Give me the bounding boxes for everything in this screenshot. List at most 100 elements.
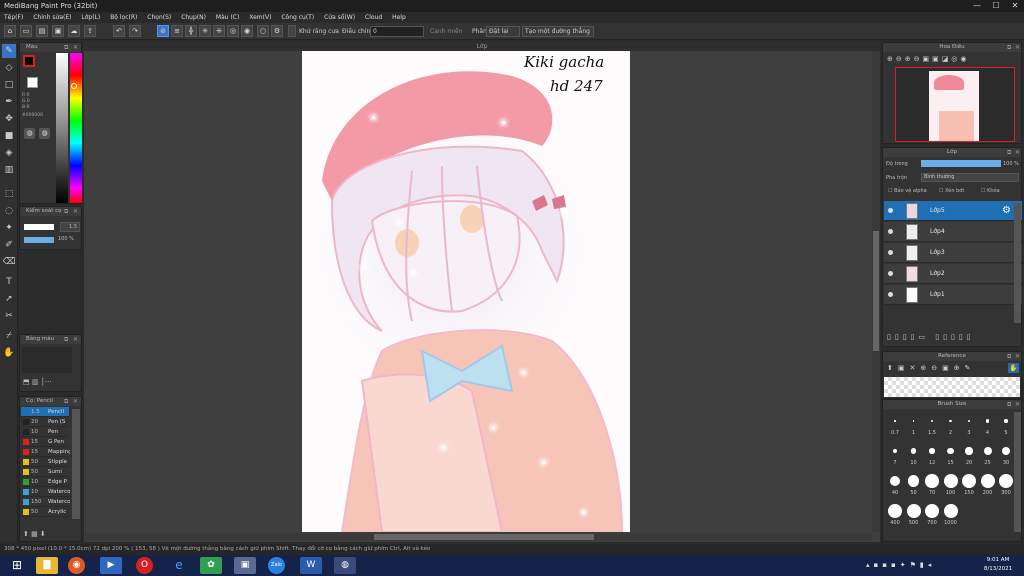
export-icon[interactable]: ⇪: [84, 25, 96, 37]
navigator-zoom-icons[interactable]: ⊕⊖⊕⊖▣▣◪◎◉: [887, 55, 970, 63]
select-eraser-tool-icon[interactable]: ⌫: [2, 255, 16, 269]
canvas-vscroll[interactable]: [872, 51, 880, 532]
secondary-color-swatch[interactable]: [27, 77, 38, 88]
brush-size-option[interactable]: 400: [885, 504, 905, 526]
gear-icon[interactable]: ⚙: [1002, 205, 1011, 216]
close-icon[interactable]: ✕: [1015, 43, 1020, 52]
popout-icon[interactable]: ⧉: [1007, 148, 1011, 157]
brush-size-option[interactable]: 7: [885, 444, 905, 466]
layer-row-5[interactable]: Lớp5 ⚙: [884, 201, 1022, 221]
brush-size-option[interactable]: 1: [904, 414, 924, 436]
shape-tool-icon[interactable]: □: [2, 78, 16, 92]
menu-edit[interactable]: Chỉnh sửa(E): [29, 12, 75, 23]
menu-filter[interactable]: Bộ lọc(R): [106, 12, 141, 23]
eye-icon[interactable]: [888, 292, 893, 297]
brush-size-option[interactable]: 100: [941, 474, 961, 496]
layer-row-2[interactable]: Lớp2: [884, 264, 1022, 284]
cloud-save-icon[interactable]: ☁: [68, 25, 80, 37]
layer-row-4[interactable]: Lớp4: [884, 222, 1022, 242]
menu-select[interactable]: Chọn(S): [143, 12, 175, 23]
popout-icon[interactable]: ⧉: [1007, 400, 1011, 409]
brush-size-option[interactable]: 300: [996, 474, 1016, 496]
undo-icon[interactable]: ↶: [113, 25, 125, 37]
network-icon[interactable]: ▣: [234, 557, 256, 574]
new-file-icon[interactable]: ▭: [20, 25, 32, 37]
straight-line-button[interactable]: Tạo một đường thẳng: [522, 26, 594, 37]
color-set-icon[interactable]: ◍: [39, 128, 50, 139]
brightness-bar[interactable]: [56, 53, 68, 203]
brush-list-item[interactable]: 1.5 Pencil: [21, 407, 69, 417]
brush-size-option[interactable]: 0.7: [885, 414, 905, 436]
brush-size-option[interactable]: 40: [885, 474, 905, 496]
popout-icon[interactable]: ⧉: [64, 43, 68, 52]
brush-size-option[interactable]: 200: [978, 474, 998, 496]
move-tool-icon[interactable]: ✥: [2, 112, 16, 126]
gradient-tool-icon[interactable]: ▥: [2, 163, 16, 177]
fill-rect-tool-icon[interactable]: ■: [2, 129, 16, 143]
menu-view[interactable]: Xem(V): [245, 12, 275, 23]
brush-list-item[interactable]: 50 Sumi: [21, 467, 69, 477]
layer-opacity-slider[interactable]: [921, 160, 1001, 167]
firefox-icon[interactable]: ◉: [68, 557, 85, 574]
medibang-icon[interactable]: ◍: [334, 557, 356, 574]
brush-list-item[interactable]: 10 Pen: [21, 427, 69, 437]
save-icon[interactable]: ▣: [52, 25, 64, 37]
antialias-checkbox[interactable]: [288, 25, 296, 37]
snap-off-icon[interactable]: ⊘: [157, 25, 169, 37]
brush-size-option[interactable]: 4: [978, 414, 998, 436]
word-icon[interactable]: W: [300, 557, 322, 574]
popout-icon[interactable]: ⧉: [1007, 43, 1011, 52]
brush-add-icon[interactable]: ⬆ ▦ ⬇: [23, 530, 46, 538]
brush-size-value[interactable]: 1.5: [60, 222, 80, 232]
brush-size-option[interactable]: 10: [904, 444, 924, 466]
close-icon[interactable]: ✕: [1015, 148, 1020, 157]
brush-size-option[interactable]: 12: [922, 444, 942, 466]
brush-list-scrollbar[interactable]: [72, 409, 80, 519]
menu-help[interactable]: Help: [388, 12, 410, 23]
text-tool-icon[interactable]: T: [2, 275, 16, 289]
menu-snap[interactable]: Chụp(N): [177, 12, 210, 23]
brush-size-option[interactable]: 700: [922, 504, 942, 526]
popout-icon[interactable]: ⧉: [64, 207, 68, 216]
reset-button[interactable]: Đặt lại: [486, 26, 520, 37]
windows-start-icon[interactable]: ⊞: [6, 557, 28, 574]
close-icon[interactable]: ✕: [73, 397, 78, 406]
divide-tool-icon[interactable]: ✂: [2, 309, 16, 323]
eraser-tool-icon[interactable]: ◇: [2, 61, 16, 75]
redo-icon[interactable]: ↷: [129, 25, 141, 37]
brush-list-item[interactable]: 10 Edge P: [21, 477, 69, 487]
clock-time[interactable]: 9:01 AM: [976, 557, 1020, 563]
menu-window[interactable]: Cửa sổ(W): [320, 12, 359, 23]
minimize-button[interactable]: —: [968, 0, 986, 12]
snap-settings-icon[interactable]: ⚙: [271, 25, 283, 37]
brush-size-option[interactable]: 20: [959, 444, 979, 466]
color-tool-icon[interactable]: ◍: [24, 128, 35, 139]
snap-cross-icon[interactable]: ╬: [185, 25, 197, 37]
brush-size-option[interactable]: 50: [904, 474, 924, 496]
operation-tool-icon[interactable]: ➚: [2, 292, 16, 306]
brush-size-option[interactable]: 15: [941, 444, 961, 466]
eyedropper-tool-icon[interactable]: ⌿: [2, 329, 16, 343]
zalo-icon[interactable]: Zalo: [268, 557, 285, 574]
popout-icon[interactable]: ⧉: [64, 335, 68, 344]
eye-icon[interactable]: [888, 271, 893, 276]
brush-list-item[interactable]: 15 G Pen: [21, 437, 69, 447]
brush-opacity-slider[interactable]: [24, 237, 54, 243]
magic-wand-tool-icon[interactable]: ✦: [2, 221, 16, 235]
brush-list-item[interactable]: 10 Watercolor: [21, 487, 70, 497]
snap-radial-icon[interactable]: ⁜: [213, 25, 225, 37]
brush-size-option[interactable]: 1000: [941, 504, 961, 526]
file-explorer-icon[interactable]: ▇: [36, 557, 58, 574]
hue-indicator[interactable]: [71, 83, 77, 89]
protect-alpha-checkbox[interactable]: ☐ Bảo vệ alpha: [888, 188, 927, 194]
brush-list-item[interactable]: 15 Mapping: [21, 447, 70, 457]
close-icon[interactable]: ✕: [73, 335, 78, 344]
select-tool-icon[interactable]: ⬚: [2, 187, 16, 201]
system-tray-icons[interactable]: ▴▪▪▪✦⚑▮◂: [866, 561, 935, 569]
brush-size-option[interactable]: 150: [959, 474, 979, 496]
menu-cloud[interactable]: Cloud: [361, 12, 386, 23]
layer-row-3[interactable]: Lớp3: [884, 243, 1022, 263]
canvas-hscroll[interactable]: [84, 533, 872, 541]
brush-tool-icon[interactable]: ✎: [2, 44, 16, 58]
menu-color[interactable]: Màu (C): [212, 12, 243, 23]
